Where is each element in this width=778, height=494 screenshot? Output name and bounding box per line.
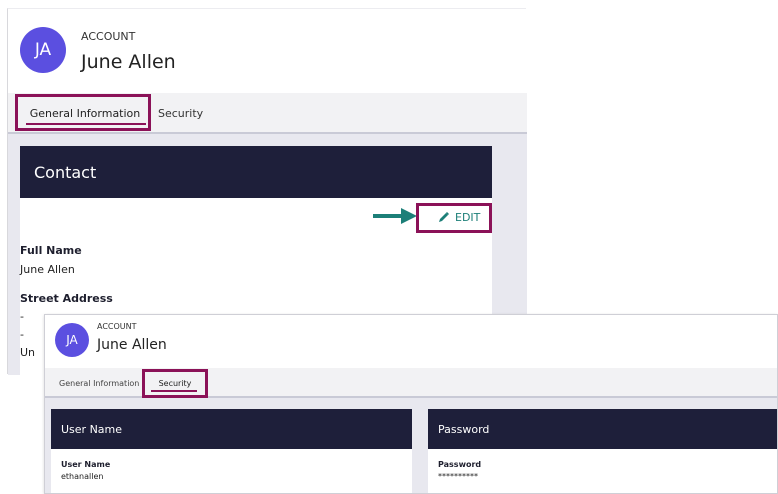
highlight-box-security-tab bbox=[142, 369, 208, 398]
street-line-3: Un bbox=[20, 346, 36, 359]
username-value: ethanallen bbox=[61, 472, 104, 481]
username-card: User Name User Name ethanallen bbox=[51, 409, 412, 493]
tab-label: General Information bbox=[59, 378, 140, 388]
street-line-2: - bbox=[20, 328, 24, 341]
street-line-1: - bbox=[20, 310, 24, 323]
account-name: June Allen bbox=[81, 51, 176, 73]
full-name-label: Full Name bbox=[20, 244, 82, 257]
username-label: User Name bbox=[61, 460, 111, 469]
password-header: Password bbox=[428, 409, 777, 449]
tab-label: Security bbox=[158, 106, 204, 120]
highlight-box-general-tab bbox=[15, 94, 151, 131]
account-name: June Allen bbox=[97, 337, 167, 353]
password-card: Password Password ********** bbox=[428, 409, 777, 493]
full-name-value: June Allen bbox=[20, 263, 75, 276]
account-overline: ACCOUNT bbox=[81, 30, 136, 43]
highlight-box-edit bbox=[416, 203, 492, 233]
arrow-right-icon bbox=[373, 208, 417, 224]
avatar-initials: JA bbox=[34, 40, 52, 60]
username-title: User Name bbox=[61, 422, 123, 436]
account-overline: ACCOUNT bbox=[97, 322, 137, 331]
tab-security[interactable]: Security bbox=[158, 95, 218, 131]
tab-general-information[interactable]: General Information bbox=[59, 370, 149, 396]
password-title: Password bbox=[438, 422, 490, 436]
username-header: User Name bbox=[51, 409, 412, 449]
contact-title: Contact bbox=[34, 162, 97, 182]
avatar-initials: JA bbox=[66, 333, 78, 347]
avatar: JA bbox=[55, 323, 89, 357]
password-label: Password bbox=[438, 460, 482, 469]
avatar: JA bbox=[20, 27, 66, 73]
contact-header: Contact bbox=[20, 146, 492, 198]
street-address-label: Street Address bbox=[20, 292, 113, 305]
bottom-screenshot: JA ACCOUNT June Allen General Informatio… bbox=[44, 314, 778, 494]
password-value: ********** bbox=[438, 472, 478, 481]
